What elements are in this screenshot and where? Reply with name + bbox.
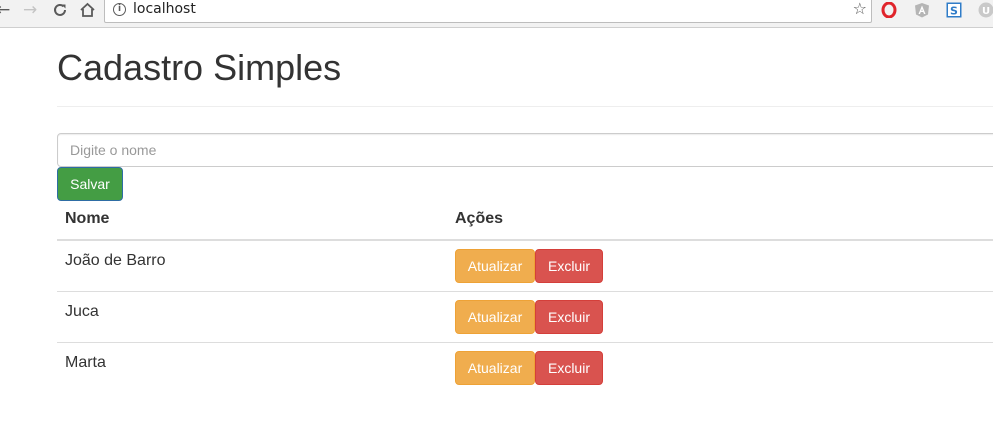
u-extension-letter: U (982, 6, 990, 17)
info-icon[interactable]: i (113, 3, 126, 16)
reload-icon[interactable] (52, 0, 68, 20)
table-row: Marta Atualizar Excluir (57, 343, 993, 394)
row-name: Juca (65, 303, 99, 320)
s-extension-letter: S (950, 5, 958, 18)
row-name: João de Barro (65, 252, 166, 269)
table-row: João de Barro Atualizar Excluir (57, 241, 993, 292)
update-button[interactable]: Atualizar (455, 351, 535, 385)
save-button[interactable]: Salvar (57, 167, 123, 201)
table-row: Juca Atualizar Excluir (57, 292, 993, 343)
u-extension-icon[interactable]: U (978, 2, 993, 18)
bookmark-star-icon[interactable]: ☆ (853, 0, 867, 18)
arrow-right-icon[interactable]: → (23, 0, 37, 20)
column-header-name: Nome (65, 210, 110, 227)
delete-button[interactable]: Excluir (535, 249, 603, 283)
row-name: Marta (65, 354, 106, 371)
address-bar[interactable]: i localhost ☆ (104, 0, 872, 23)
delete-button[interactable]: Excluir (535, 351, 603, 385)
angular-icon[interactable] (914, 2, 930, 18)
opera-icon[interactable] (881, 1, 897, 19)
browser-toolbar: ← → i localhost ☆ S U (0, 0, 993, 28)
arrow-left-icon[interactable]: ← (0, 0, 10, 20)
update-button[interactable]: Atualizar (455, 300, 535, 334)
column-header-actions: Ações (455, 210, 504, 227)
page-title: Cadastro Simples (57, 47, 342, 88)
title-divider (57, 106, 993, 107)
url-text: localhost (133, 1, 196, 17)
home-icon[interactable] (79, 0, 96, 20)
name-input[interactable] (57, 133, 993, 167)
update-button[interactable]: Atualizar (455, 249, 535, 283)
s-extension-icon[interactable]: S (946, 2, 962, 18)
delete-button[interactable]: Excluir (535, 300, 603, 334)
